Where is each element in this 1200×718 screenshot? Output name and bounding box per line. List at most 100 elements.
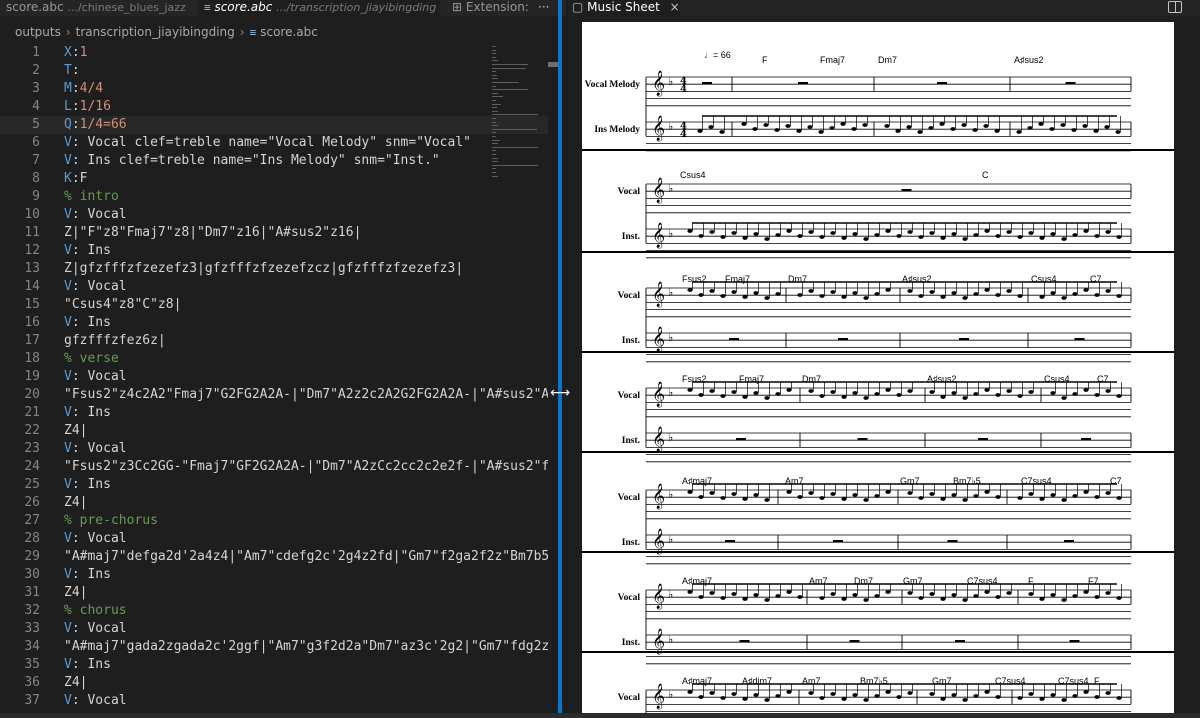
code-line[interactable]: 20 "Fsus2"z4c2A2"Fmaj7"G2FG2A2A-|"Dm7"A2z… <box>0 386 548 404</box>
code-text[interactable]: X:1 <box>64 44 87 62</box>
code-line[interactable]: 5 Q:1/4=66 <box>0 116 548 134</box>
code-line[interactable]: 4 L:1/16 <box>0 98 548 116</box>
code-text[interactable]: % verse <box>64 350 119 368</box>
code-text[interactable]: V: Vocal <box>64 620 127 638</box>
code-text[interactable]: V: Ins clef=treble name="Ins Melody" snm… <box>64 152 440 170</box>
code-line[interactable]: 36 Z4| <box>0 674 548 692</box>
breadcrumb-outputs[interactable]: outputs <box>15 25 61 39</box>
line-number: 3 <box>32 81 40 96</box>
code-text[interactable]: Z|"F"z8"Fmaj7"z8|"Dm7"z16|"A#sus2"z16| <box>64 224 361 242</box>
code-line[interactable]: 24 "Fsus2"z3Cc2GG-"Fmaj7"GF2G2A2A-|"Dm7"A… <box>0 458 548 476</box>
code-line[interactable]: 31 Z4| <box>0 584 548 602</box>
code-text[interactable]: M:4/4 <box>64 80 103 98</box>
code-text[interactable]: % intro <box>64 188 119 206</box>
minimap[interactable] <box>492 42 548 202</box>
code-line[interactable]: 26 Z4| <box>0 494 548 512</box>
code-text[interactable]: % chorus <box>64 602 127 620</box>
code-line[interactable]: 22 Z4| <box>0 422 548 440</box>
code-text[interactable]: % pre-chorus <box>64 512 158 530</box>
code-line[interactable]: 13 Z|gfzfffzfzezefz3|gfzfffzfzezefzcz|gfz… <box>0 260 548 278</box>
breadcrumb-folder[interactable]: transcription_jiayibingding <box>76 25 235 39</box>
code-line[interactable]: 27 % pre-chorus <box>0 512 548 530</box>
code-line[interactable]: 3 M:4/4 <box>0 80 548 98</box>
code-line[interactable]: 35 V: Ins <box>0 656 548 674</box>
code-text[interactable]: "Csus4"z8"C"z8| <box>64 296 181 314</box>
code-line[interactable]: 21 V: Ins <box>0 404 548 422</box>
code-text[interactable]: K:F <box>64 170 87 188</box>
code-text[interactable]: gfzfffzfez6z| <box>64 332 166 350</box>
resize-arrows-icon[interactable]: ⟷ <box>548 386 572 400</box>
code-text[interactable]: T: <box>64 62 80 80</box>
staff-name: Inst. <box>621 232 640 242</box>
more-actions-icon[interactable]: ··· <box>538 0 549 14</box>
code-text[interactable]: V: Vocal clef=treble name="Vocal Melody"… <box>64 134 471 152</box>
tab-extension[interactable]: ⊞ Extension: A <box>446 0 532 16</box>
whole-rest <box>1074 338 1085 341</box>
code-line[interactable]: 14 V: Vocal <box>0 278 548 296</box>
editor-scrollbar[interactable] <box>548 62 558 67</box>
tab-score-transcription[interactable]: ≡ score.abc .../transcription_jiayibingd… <box>198 0 440 16</box>
code-line[interactable]: 30 V: Ins <box>0 566 548 584</box>
code-text[interactable]: Z4| <box>64 422 87 440</box>
code-text[interactable]: Z4| <box>64 674 87 692</box>
code-text[interactable]: Z4| <box>64 584 87 602</box>
code-text[interactable]: Z|gfzfffzfzezefz3|gfzfffzfzezefzcz|gfzff… <box>64 260 463 278</box>
code-line[interactable]: 11 Z|"F"z8"Fmaj7"z8|"Dm7"z16|"A#sus2"z16| <box>0 224 548 242</box>
breadcrumb-file[interactable]: score.abc <box>260 25 318 39</box>
minimap-line <box>492 96 503 98</box>
code-line[interactable]: 17 gfzfffzfez6z| <box>0 332 548 350</box>
tab-score-chinese-blues-jazz[interactable]: score.abc .../chinese_blues_jazz <box>0 0 194 16</box>
code-line[interactable]: 23 V: Vocal <box>0 440 548 458</box>
code-text[interactable]: V: Ins <box>64 656 111 674</box>
code-text[interactable]: V: Ins <box>64 404 111 422</box>
code-text[interactable]: V: Vocal <box>64 530 127 548</box>
code-line[interactable]: 1 X:1 <box>0 44 548 62</box>
code-text[interactable]: "A#maj7"gada2zgada2c'2ggf|"Am7"g3f2d2a"D… <box>64 638 548 656</box>
code-line[interactable]: 28 V: Vocal <box>0 530 548 548</box>
code-text[interactable]: "A#maj7"defga2d'2a4z4|"Am7"cdefg2c'2g4z2… <box>64 548 548 566</box>
code-line[interactable]: 25 V: Ins <box>0 476 548 494</box>
code-text[interactable]: V: Vocal <box>64 368 127 386</box>
note-head <box>731 592 737 596</box>
code-line[interactable]: 9 % intro <box>0 188 548 206</box>
code-line[interactable]: 18 % verse <box>0 350 548 368</box>
code-text[interactable]: Q:1/4=66 <box>64 116 127 134</box>
code-line[interactable]: 15 "Csus4"z8"C"z8| <box>0 296 548 314</box>
close-icon[interactable]: × <box>670 0 680 15</box>
code-line[interactable]: 6 V: Vocal clef=treble name="Vocal Melody… <box>0 134 548 152</box>
tab-music-sheet[interactable]: ▢ Music Sheet × <box>566 0 680 16</box>
treble-clef-icon: 𝄞 <box>652 222 665 248</box>
code-text[interactable]: V: Vocal <box>64 206 127 224</box>
code-line[interactable]: 7 V: Ins clef=treble name="Ins Melody" sn… <box>0 152 548 170</box>
chord-symbol: F <box>1028 576 1034 586</box>
code-text[interactable]: Z4| <box>64 494 87 512</box>
code-editor[interactable]: 1 X:1 2 T: 3 M:4/4 4 L:1/16 5 Q:1/4=66 6 V: Vocal c… <box>0 42 548 718</box>
code-line[interactable]: 2 T: <box>0 62 548 80</box>
code-text[interactable]: V: Ins <box>64 566 111 584</box>
code-line[interactable]: 34 "A#maj7"gada2zgada2c'2ggf|"Am7"g3f2d2a… <box>0 638 548 656</box>
code-text[interactable]: V: Ins <box>64 314 111 332</box>
code-line[interactable]: 37 V: Vocal <box>0 692 548 710</box>
code-line[interactable]: 29 "A#maj7"defga2d'2a4z4|"Am7"cdefg2c'2g4… <box>0 548 548 566</box>
code-line[interactable]: 8 K:F <box>0 170 548 188</box>
code-text[interactable]: V: Vocal <box>64 278 127 296</box>
code-line[interactable]: 32 % chorus <box>0 602 548 620</box>
code-line[interactable]: 33 V: Vocal <box>0 620 548 638</box>
code-text[interactable]: V: Ins <box>64 242 111 260</box>
code-text[interactable]: V: Vocal <box>64 440 127 458</box>
code-line[interactable]: 10 V: Vocal <box>0 206 548 224</box>
chord-symbol: A♯sus2 <box>927 374 957 384</box>
line-number: 11 <box>24 225 40 240</box>
split-editor-icon[interactable] <box>1168 1 1182 13</box>
code-text[interactable]: V: Ins <box>64 476 111 494</box>
code-text[interactable]: "Fsus2"z3Cc2GG-"Fmaj7"GF2G2A2A-|"Dm7"A2z… <box>64 458 548 476</box>
code-text[interactable]: "Fsus2"z4c2A2"Fmaj7"G2FG2A2A-|"Dm7"A2z2c… <box>64 386 548 404</box>
code-text[interactable]: L:1/16 <box>64 98 111 116</box>
code-text[interactable]: V: Vocal <box>64 692 127 710</box>
split-sash[interactable] <box>558 0 562 718</box>
code-line[interactable]: 12 V: Ins <box>0 242 548 260</box>
code-line[interactable]: 19 V: Vocal <box>0 368 548 386</box>
code-line[interactable]: 16 V: Ins <box>0 314 548 332</box>
score-staves: 𝄞 ♭ 44𝄞 ♭ 44𝄞 ♭𝄞 ♭𝄞 ♭𝄞 ♭𝄞 ♭𝄞 ♭𝄞 ♭𝄞 ♭𝄞 ♭𝄞 ♭𝄞 ♭ <box>582 70 1174 718</box>
note-head <box>1028 692 1034 696</box>
